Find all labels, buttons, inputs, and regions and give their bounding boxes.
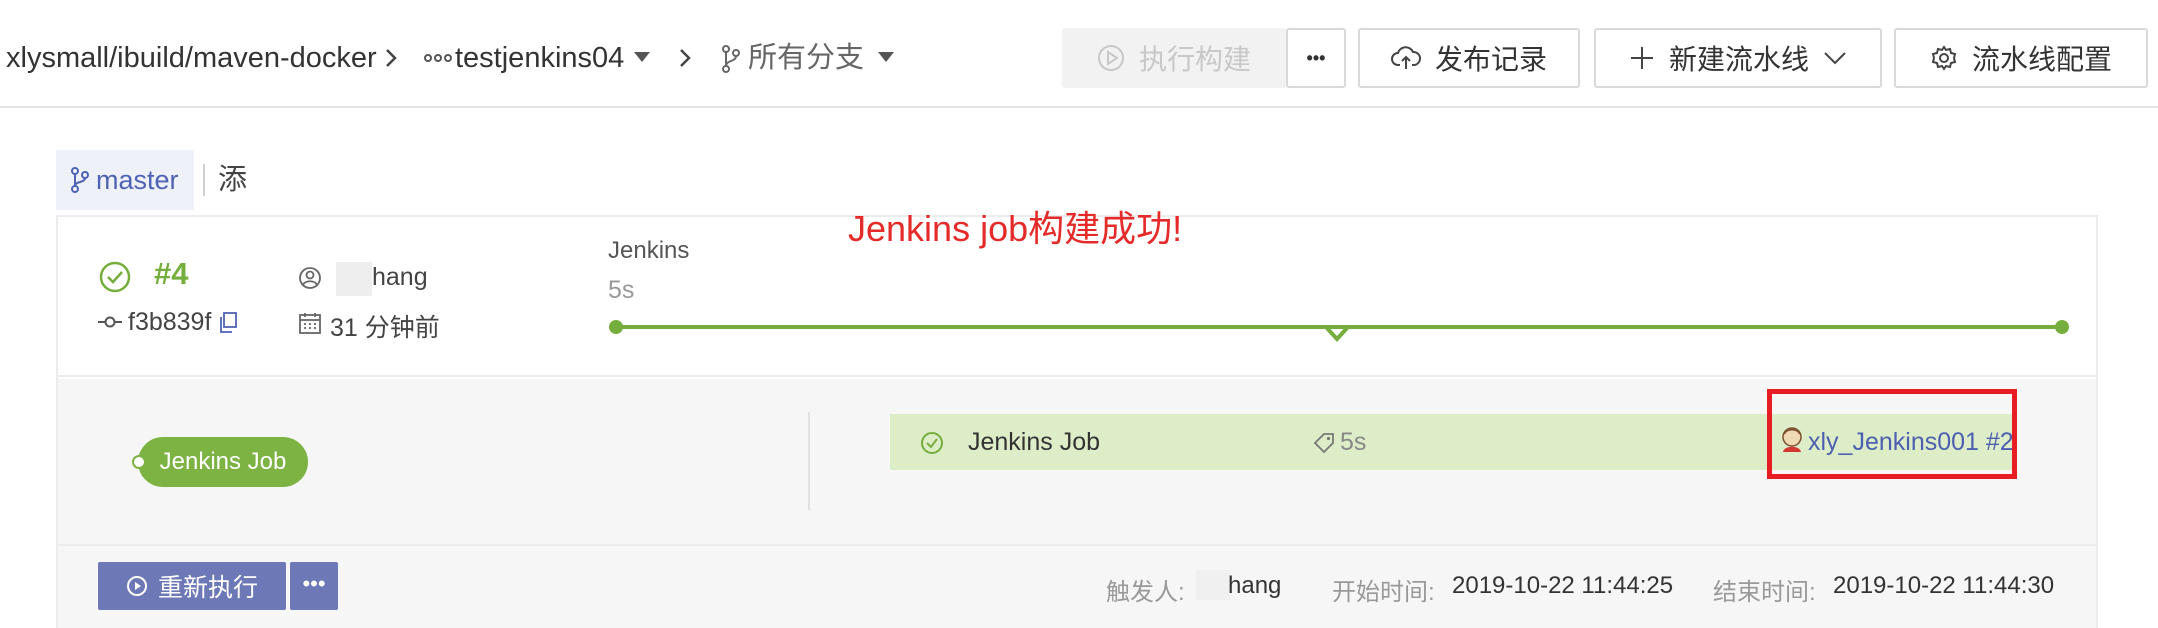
run-build-button[interactable]: 执行构建 (1062, 28, 1286, 88)
chevron-right-icon (680, 49, 691, 67)
highlight-box (1767, 389, 2017, 479)
pipeline-config-label: 流水线配置 (1971, 44, 2112, 75)
pipeline-dropdown-caret-icon[interactable] (634, 52, 650, 62)
branch-dropdown-caret-icon[interactable] (878, 52, 894, 62)
play-circle-icon (126, 576, 147, 596)
divider (203, 164, 205, 196)
rerun-more-button[interactable]: ••• (290, 562, 338, 610)
trigger-value: hang (1228, 572, 1282, 599)
add-note-link[interactable]: 添加备注 (218, 150, 247, 376)
divider (808, 412, 810, 510)
start-time-label: 开始时间: (1332, 579, 1435, 606)
new-pipeline-button[interactable]: 新建流水线 (1594, 28, 1882, 88)
job-name: Jenkins Job (968, 428, 1101, 456)
play-circle-icon (1097, 45, 1124, 71)
start-time-value: 2019-10-22 11:44:25 (1452, 572, 1674, 599)
user-icon (299, 267, 321, 289)
chevron-right-icon (386, 49, 397, 67)
tag-icon (1313, 433, 1334, 454)
stage-timeline (609, 320, 2069, 342)
build-number[interactable]: #4 (154, 256, 188, 292)
success-check-icon (99, 261, 131, 293)
page: xlysmall/ibuild/maven-docker testjenkins… (0, 0, 2158, 628)
trigger-label: 触发人: (1106, 579, 1185, 606)
cloud-upload-icon (1390, 46, 1421, 69)
release-history-label: 发布记录 (1434, 44, 1547, 75)
success-check-icon (921, 432, 943, 454)
job-node-pill[interactable]: Jenkins Job (138, 437, 308, 487)
pipeline-icon (424, 54, 452, 62)
more-icon: ••• (1306, 47, 1326, 68)
copy-icon[interactable] (218, 312, 238, 334)
stage-duration: 5s (608, 276, 635, 304)
rerun-label: 重新执行 (157, 574, 258, 602)
branch-name: master (96, 164, 179, 195)
job-node-dot (132, 455, 146, 469)
build-time-ago: 31 分钟前 (330, 314, 440, 342)
top-bar: xlysmall/ibuild/maven-docker testjenkins… (0, 0, 2158, 108)
success-annotation: Jenkins job构建成功! (848, 208, 1183, 249)
calendar-icon (299, 313, 321, 334)
chevron-down-icon (1824, 52, 1846, 65)
new-pipeline-label: 新建流水线 (1668, 44, 1809, 75)
more-actions-button[interactable]: ••• (1286, 28, 1346, 88)
job-duration: 5s (1340, 428, 1367, 456)
branch-icon (722, 45, 740, 73)
run-build-label: 执行构建 (1138, 44, 1251, 75)
release-history-button[interactable]: 发布记录 (1358, 28, 1580, 88)
rerun-button[interactable]: 重新执行 (98, 562, 286, 610)
branch-tag[interactable]: master (56, 150, 194, 210)
commit-icon (98, 316, 122, 328)
plus-icon (1630, 47, 1653, 69)
gear-icon (1931, 45, 1957, 71)
end-time-value: 2019-10-22 11:44:30 (1833, 572, 2055, 599)
branch-filter[interactable]: 所有分支 (748, 36, 864, 80)
breadcrumb-pipeline[interactable]: testjenkins04 (455, 36, 624, 80)
end-time-label: 结束时间: (1713, 579, 1816, 606)
pipeline-config-button[interactable]: 流水线配置 (1894, 28, 2148, 88)
blurred-avatar (1196, 570, 1230, 600)
trigger-user: hang (372, 263, 428, 291)
commit-hash[interactable]: f3b839f (128, 308, 211, 337)
breadcrumb-repo[interactable]: xlysmall/ibuild/maven-docker (6, 36, 377, 80)
blurred-avatar (336, 262, 372, 296)
branch-icon (71, 167, 89, 193)
stage-name: Jenkins (608, 237, 690, 264)
